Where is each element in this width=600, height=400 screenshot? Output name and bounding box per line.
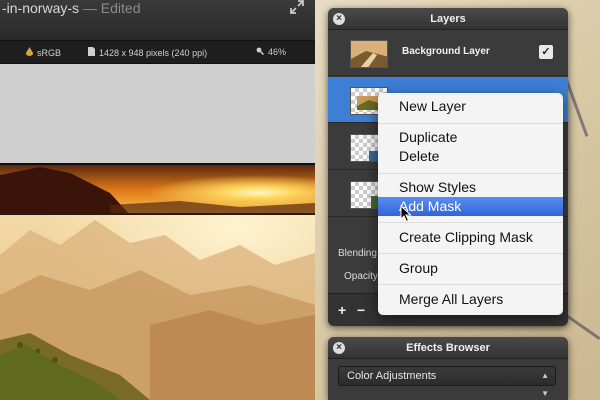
layers-panel-header: × Layers [328, 8, 568, 30]
zoom-label: 46% [268, 47, 287, 57]
menu-separator [378, 253, 563, 254]
document-icon [88, 47, 95, 58]
magnifier-icon [256, 47, 265, 57]
dimensions-info: 1428 x 948 pixels (240 ppi) [88, 47, 207, 58]
mouse-cursor-icon [400, 204, 412, 223]
menu-item-delete[interactable]: Delete [378, 147, 563, 166]
blending-label: Blending [338, 248, 377, 259]
effects-browser-panel: × Effects Browser Color Adjustments ▲ ▼ [328, 337, 568, 400]
menu-separator [378, 173, 563, 174]
edited-indicator: — Edited [79, 0, 141, 16]
zoom-info: 46% [256, 47, 286, 57]
layer-thumbnail [350, 40, 388, 68]
close-icon[interactable]: × [333, 342, 345, 354]
add-layer-button[interactable]: + [338, 302, 346, 318]
dimensions-label: 1428 x 948 pixels (240 ppi) [99, 47, 208, 58]
close-icon[interactable]: × [333, 13, 345, 25]
drop-icon [26, 47, 33, 58]
menu-separator [378, 284, 563, 285]
effects-category-value: Color Adjustments [347, 370, 437, 382]
canvas-sunset-strip[interactable] [0, 165, 315, 215]
canvas-empty-area[interactable] [0, 64, 315, 164]
color-profile-info: sRGB [26, 47, 61, 58]
menu-item-merge-all-layers[interactable]: Merge All Layers [378, 290, 563, 309]
effects-browser-title: Effects Browser [406, 342, 490, 354]
app-root: -in-norway-s — Edited sRGB 1428 x 948 pi… [0, 0, 600, 400]
layer-row-background[interactable]: Background Layer ✓ [328, 30, 568, 76]
remove-layer-button[interactable]: − [357, 302, 365, 318]
document-titlebar: -in-norway-s — Edited [0, 0, 315, 40]
expand-arrows-icon[interactable] [290, 0, 306, 16]
canvas-landscape-photo[interactable] [0, 215, 315, 400]
opacity-label: Opacity [344, 271, 378, 282]
document-info-bar: sRGB 1428 x 948 pixels (240 ppi) 46% [0, 40, 315, 64]
layer-visibility-checkbox[interactable]: ✓ [539, 45, 553, 59]
document-filename: -in-norway-s [2, 0, 80, 16]
menu-item-group[interactable]: Group [378, 259, 563, 278]
layer-context-menu: New Layer Duplicate Delete Show Styles A… [378, 93, 563, 315]
menu-separator [378, 123, 563, 124]
chevron-up-down-icon: ▲ ▼ [541, 371, 549, 398]
layer-name: Background Layer [402, 46, 490, 57]
effects-browser-header: × Effects Browser [328, 337, 568, 359]
layers-panel-title: Layers [430, 13, 466, 25]
menu-item-create-clipping-mask[interactable]: Create Clipping Mask [378, 228, 563, 247]
document-title: -in-norway-s — Edited [2, 0, 141, 16]
menu-item-show-styles[interactable]: Show Styles [378, 178, 563, 197]
color-profile-label: sRGB [37, 47, 62, 58]
effects-category-select[interactable]: Color Adjustments ▲ ▼ [338, 366, 556, 398]
menu-item-duplicate[interactable]: Duplicate [378, 128, 563, 147]
menu-item-new-layer[interactable]: New Layer [378, 97, 563, 116]
